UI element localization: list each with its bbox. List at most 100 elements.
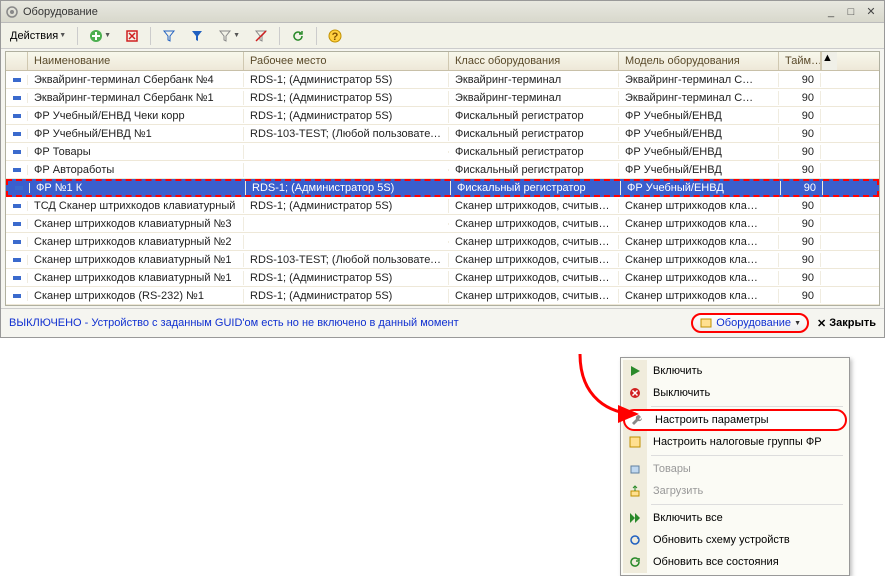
cell-name: Сканер штрихкодов клавиатурный №3 (28, 217, 244, 231)
table-row[interactable]: Эквайринг-терминал Сбербанк №4RDS-1; (Ад… (6, 71, 879, 89)
cell-workplace: RDS-1; (Администратор 5S) (244, 271, 449, 285)
cell-model: Сканер штрихкодов кла… (619, 235, 779, 249)
col-icon[interactable] (6, 52, 28, 70)
cell-workplace: RDS-103-TEST; (Любой пользователь) (244, 253, 449, 267)
menu-item-label: Включить все (653, 512, 723, 524)
close-panel-button[interactable]: ✕ Закрыть (817, 317, 876, 330)
help-button[interactable]: ? (323, 26, 347, 46)
row-status-icon (6, 147, 28, 157)
cell-class: Сканер штрихкодов, считыв… (449, 235, 619, 249)
cell-class: Фискальный регистратор (451, 181, 621, 195)
col-timeout[interactable]: Тайм… (779, 52, 821, 70)
cell-class: Сканер штрихкодов, считыв… (449, 253, 619, 267)
table-row[interactable]: Сканер штрихкодов клавиатурный №2 Сканер … (6, 233, 879, 251)
delete-button[interactable] (120, 26, 144, 46)
cell-timeout: 90 (779, 127, 821, 141)
menu-item-stop[interactable]: Выключить (623, 382, 847, 404)
cell-model: ФР Учебный/ЕНВД (621, 181, 781, 195)
table-row[interactable]: ФР №1 КRDS-1; (Администратор 5S)Фискальн… (6, 179, 879, 197)
table-row[interactable]: Сканер штрихкодов клавиатурный №1RDS-103… (6, 251, 879, 269)
table-row[interactable]: ТСД Сканер штрихкодов клавиатурныйRDS-1;… (6, 197, 879, 215)
cell-timeout: 90 (781, 181, 823, 195)
menu-item-label: Загрузить (653, 485, 703, 497)
cell-name: ФР Учебный/ЕНВД Чеки корр (28, 109, 244, 123)
cell-name: ФР Авторабoты (28, 163, 244, 177)
menu-item-label: Обновить все состояния (653, 556, 779, 568)
menu-item-goods: Товары (623, 458, 847, 480)
cell-class: Фискальный регистратор (449, 109, 619, 123)
maximize-button[interactable]: □ (842, 4, 860, 20)
table-row[interactable]: ФР ТоварыФискальный регистраторФР Учебны… (6, 143, 879, 161)
cell-model: Сканер штрихкодов кла… (619, 289, 779, 303)
row-status-icon (6, 75, 28, 85)
equipment-context-menu: Включить Выключить Настроить параметры Наст… (620, 357, 850, 576)
col-workplace[interactable]: Рабочее место (244, 52, 449, 70)
cell-class: Сканер штрихкодов, считыв… (449, 199, 619, 213)
col-model[interactable]: Модель оборудования (619, 52, 779, 70)
cell-timeout: 90 (779, 235, 821, 249)
cell-model: ФР Учебный/ЕНВД (619, 145, 779, 159)
cell-class: Сканер штрихкодов, считыв… (449, 217, 619, 231)
table-row[interactable]: Сканер штрихкодов клавиатурный №1RDS-1; … (6, 269, 879, 287)
menu-item-refresh-schema[interactable]: Обновить схему устройств (623, 529, 847, 551)
cell-class: Фискальный регистратор (449, 145, 619, 159)
close-icon: ✕ (817, 317, 826, 330)
clear-filter-button[interactable] (249, 26, 273, 46)
menu-separator (651, 504, 843, 505)
menu-item-play[interactable]: Включить (623, 360, 847, 382)
filter2-button[interactable] (185, 26, 209, 46)
cell-model: Эквайринг-терминал С… (619, 73, 779, 87)
table-row[interactable]: Сканер штрихкодов клавиатурный №3 Сканер … (6, 215, 879, 233)
row-status-icon (6, 93, 28, 103)
menu-item-label: Обновить схему устройств (653, 534, 790, 546)
cell-name: Эквайринг-терминал Сбербанк №4 (28, 73, 244, 87)
cell-model: Сканер штрихкодов кла… (619, 253, 779, 267)
table-row[interactable]: ФР АвторабoтыФискальный регистраторФР Уч… (6, 161, 879, 179)
cell-class: Фискальный регистратор (449, 127, 619, 141)
cell-workplace: RDS-1; (Администратор 5S) (244, 109, 449, 123)
actions-dropdown[interactable]: Действия▼ (5, 26, 71, 46)
menu-item-upload: Загрузить (623, 480, 847, 502)
cell-model: ФР Учебный/ЕНВД (619, 109, 779, 123)
cell-model: Эквайринг-терминал С… (619, 91, 779, 105)
cell-workplace: RDS-1; (Администратор 5S) (246, 181, 451, 195)
cell-timeout: 90 (779, 271, 821, 285)
cell-timeout: 90 (779, 199, 821, 213)
equipment-dropdown-button[interactable]: Оборудование ▼ (691, 313, 809, 333)
menu-item-play-all[interactable]: Включить все (623, 507, 847, 529)
menu-item-percent[interactable]: Настроить налоговые группы ФР (623, 431, 847, 453)
menu-item-label: Выключить (653, 387, 710, 399)
cell-class: Фискальный регистратор (449, 163, 619, 177)
cell-workplace (244, 151, 449, 153)
table-row[interactable]: Эквайринг-терминал Сбербанк №1RDS-1; (Ад… (6, 89, 879, 107)
col-name[interactable]: Наименование (28, 52, 244, 70)
menu-item-refresh-all[interactable]: Обновить все состояния (623, 551, 847, 573)
cell-workplace: RDS-1; (Администратор 5S) (244, 289, 449, 303)
filter3-button[interactable]: ▼ (213, 26, 245, 46)
status-strip: ВЫКЛЮЧЕНО - Устройство с заданным GUID'о… (1, 308, 884, 337)
cell-model: Сканер штрихкодов кла… (619, 217, 779, 231)
row-status-icon (6, 291, 28, 301)
menu-item-label: Настроить налоговые группы ФР (653, 436, 822, 448)
menu-item-wrench[interactable]: Настроить параметры (623, 409, 847, 431)
equipment-icon (699, 316, 713, 330)
refresh-all-icon (627, 554, 643, 570)
stop-icon (627, 385, 643, 401)
cell-timeout: 90 (779, 289, 821, 303)
table-row[interactable]: ФР Учебный/ЕНВД №1RDS-103-TEST; (Любой п… (6, 125, 879, 143)
cell-timeout: 90 (779, 163, 821, 177)
cell-name: ФР №1 К (30, 181, 246, 195)
refresh-button[interactable] (286, 26, 310, 46)
grid-body: Эквайринг-терминал Сбербанк №4 RDS-1; (Ад… (6, 71, 879, 305)
filter1-button[interactable] (157, 26, 181, 46)
titlebar: Оборудование _ □ ✕ (1, 1, 884, 23)
table-row[interactable]: Сканер штрихкодов (RS-232) №1RDS-1; (Адм… (6, 287, 879, 305)
refresh-schema-icon (627, 532, 643, 548)
col-class[interactable]: Класс оборудования (449, 52, 619, 70)
equipment-grid: Наименование Рабочее место Класс оборудо… (5, 51, 880, 306)
cell-name: Сканер штрихкодов клавиатурный №2 (28, 235, 244, 249)
table-row[interactable]: ФР Учебный/ЕНВД Чеки коррRDS-1; (Админис… (6, 107, 879, 125)
close-button[interactable]: ✕ (862, 4, 880, 20)
minimize-button[interactable]: _ (822, 4, 840, 20)
add-button[interactable]: ▼ (84, 26, 116, 46)
